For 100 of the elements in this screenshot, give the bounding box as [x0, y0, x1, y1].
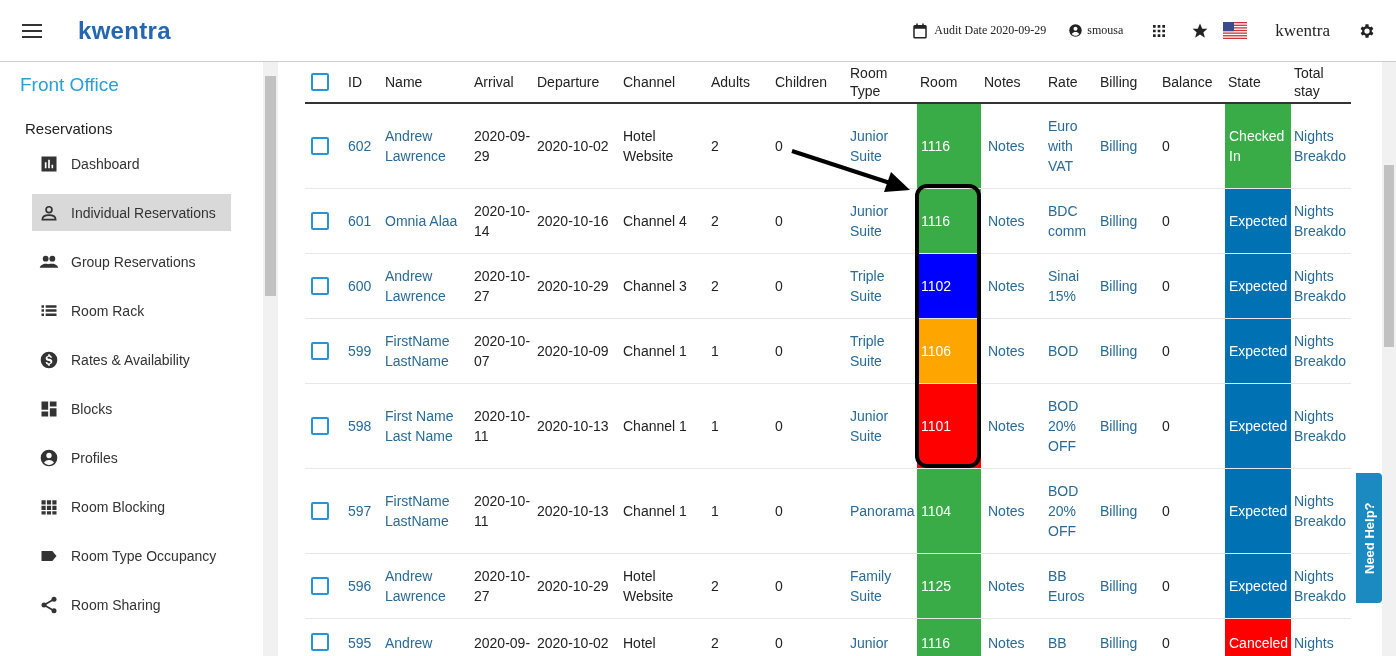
- menu-icon[interactable]: [22, 22, 42, 39]
- sidebar-item[interactable]: Rates & Availability: [32, 341, 231, 378]
- id-cell[interactable]: 595: [345, 618, 382, 656]
- column-header[interactable]: Notes: [981, 62, 1045, 103]
- notes-cell[interactable]: Notes: [981, 318, 1045, 384]
- children-cell: 0: [772, 188, 847, 254]
- column-header[interactable]: Departure: [534, 62, 620, 103]
- name-cell[interactable]: Andrew Lawrence: [382, 103, 471, 189]
- row-checkbox[interactable]: [311, 502, 329, 520]
- column-header[interactable]: Total stay: [1291, 62, 1351, 103]
- column-header[interactable]: Room Type: [847, 62, 917, 103]
- adults-cell: 2: [708, 618, 772, 656]
- flag-icon[interactable]: [1223, 22, 1248, 39]
- notes-cell[interactable]: Notes: [981, 383, 1045, 469]
- group-title: Reservations: [25, 120, 114, 137]
- notes-cell[interactable]: Notes: [981, 188, 1045, 254]
- column-header[interactable]: Billing: [1097, 62, 1159, 103]
- name-cell[interactable]: Andrew: [382, 618, 471, 656]
- row-checkbox[interactable]: [311, 277, 329, 295]
- rate-cell: Sinai 15%: [1045, 253, 1097, 319]
- channel-cell: Channel 1: [620, 468, 708, 554]
- id-cell[interactable]: 598: [345, 383, 382, 469]
- total-stay-cell[interactable]: Nights Breakdo: [1291, 383, 1351, 469]
- column-header[interactable]: Balance: [1159, 62, 1225, 103]
- notes-cell[interactable]: Notes: [981, 618, 1045, 656]
- room-cell: 1125: [917, 553, 981, 619]
- rate-cell: BOD: [1045, 318, 1097, 384]
- id-cell[interactable]: 596: [345, 553, 382, 619]
- sidebar-item[interactable]: Individual Reservations: [32, 194, 231, 231]
- row-checkbox[interactable]: [311, 212, 329, 230]
- arrival-cell: 2020-10-27: [471, 253, 534, 319]
- row-checkbox[interactable]: [311, 342, 329, 360]
- total-stay-cell[interactable]: Nights Breakdo: [1291, 553, 1351, 619]
- scrollbar[interactable]: [263, 62, 278, 656]
- notes-cell[interactable]: Notes: [981, 553, 1045, 619]
- id-cell[interactable]: 600: [345, 253, 382, 319]
- column-header[interactable]: Channel: [620, 62, 708, 103]
- id-cell[interactable]: 602: [345, 103, 382, 189]
- billing-cell[interactable]: Billing: [1097, 618, 1159, 656]
- total-stay-cell[interactable]: Nights Breakdo: [1291, 253, 1351, 319]
- id-cell[interactable]: 597: [345, 468, 382, 554]
- row-checkbox[interactable]: [311, 577, 329, 595]
- section-title: Front Office: [20, 74, 120, 96]
- id-cell[interactable]: 601: [345, 188, 382, 254]
- property-name[interactable]: kwentra: [1275, 20, 1330, 41]
- arrival-cell: 2020-10-11: [471, 468, 534, 554]
- name-cell[interactable]: First Name Last Name: [382, 383, 471, 469]
- column-header[interactable]: Name: [382, 62, 471, 103]
- column-header[interactable]: Rate: [1045, 62, 1097, 103]
- total-stay-cell[interactable]: Nights Breakdo: [1291, 318, 1351, 384]
- column-header[interactable]: Adults: [708, 62, 772, 103]
- name-cell[interactable]: Andrew Lawrence: [382, 553, 471, 619]
- notes-cell[interactable]: Notes: [981, 103, 1045, 189]
- billing-cell[interactable]: Billing: [1097, 188, 1159, 254]
- notes-cell[interactable]: Notes: [981, 468, 1045, 554]
- column-header[interactable]: ID: [345, 62, 382, 103]
- state-cell: Expected: [1225, 188, 1291, 254]
- apps-grid-icon[interactable]: [1151, 22, 1168, 39]
- sidebar-item[interactable]: Profiles: [32, 439, 231, 476]
- sidebar-item[interactable]: Room Sharing: [32, 586, 231, 623]
- sidebar-item[interactable]: Room Type Occupancy: [32, 537, 231, 574]
- total-stay-cell[interactable]: Nights Breakdo: [1291, 468, 1351, 554]
- user-name[interactable]: smousa: [1087, 23, 1124, 38]
- sidebar-item[interactable]: Room Blocking: [32, 488, 231, 525]
- sidebar-item[interactable]: Group Reservations: [32, 243, 231, 280]
- state-cell: Expected: [1225, 253, 1291, 319]
- logo[interactable]: kwentra: [78, 16, 171, 45]
- billing-cell[interactable]: Billing: [1097, 383, 1159, 469]
- sidebar-item[interactable]: Dashboard: [32, 145, 231, 182]
- row-checkbox[interactable]: [311, 137, 329, 155]
- column-header[interactable]: Arrival: [471, 62, 534, 103]
- adults-cell: 2: [708, 253, 772, 319]
- total-stay-cell[interactable]: Nights: [1291, 618, 1351, 656]
- billing-cell[interactable]: Billing: [1097, 103, 1159, 189]
- row-checkbox[interactable]: [311, 417, 329, 435]
- state-cell: Expected: [1225, 318, 1291, 384]
- children-cell: 0: [772, 318, 847, 384]
- channel-cell: Hotel: [620, 618, 708, 656]
- sidebar-item[interactable]: Room Rack: [32, 292, 231, 329]
- settings-icon[interactable]: [1358, 21, 1376, 40]
- notes-cell[interactable]: Notes: [981, 253, 1045, 319]
- name-cell[interactable]: FirstName LastName: [382, 468, 471, 554]
- adults-cell: 1: [708, 318, 772, 384]
- scrollbar[interactable]: [1382, 62, 1396, 656]
- billing-cell[interactable]: Billing: [1097, 253, 1159, 319]
- id-cell[interactable]: 599: [345, 318, 382, 384]
- sidebar-item[interactable]: Blocks: [32, 390, 231, 427]
- name-cell[interactable]: FirstName LastName: [382, 318, 471, 384]
- row-checkbox[interactable]: [311, 633, 329, 651]
- column-header[interactable]: Children: [772, 62, 847, 103]
- total-stay-cell[interactable]: Nights Breakdo: [1291, 103, 1351, 189]
- name-cell[interactable]: Omnia Alaa: [382, 188, 471, 254]
- rate-cell: BOD 20% OFF: [1045, 383, 1097, 469]
- billing-cell[interactable]: Billing: [1097, 553, 1159, 619]
- total-stay-cell[interactable]: Nights Breakdo: [1291, 188, 1351, 254]
- billing-cell[interactable]: Billing: [1097, 468, 1159, 554]
- help-tab[interactable]: Need Help?: [1356, 473, 1382, 603]
- select-all-checkbox[interactable]: [311, 73, 329, 91]
- name-cell[interactable]: Andrew Lawrence: [382, 253, 471, 319]
- billing-cell[interactable]: Billing: [1097, 318, 1159, 384]
